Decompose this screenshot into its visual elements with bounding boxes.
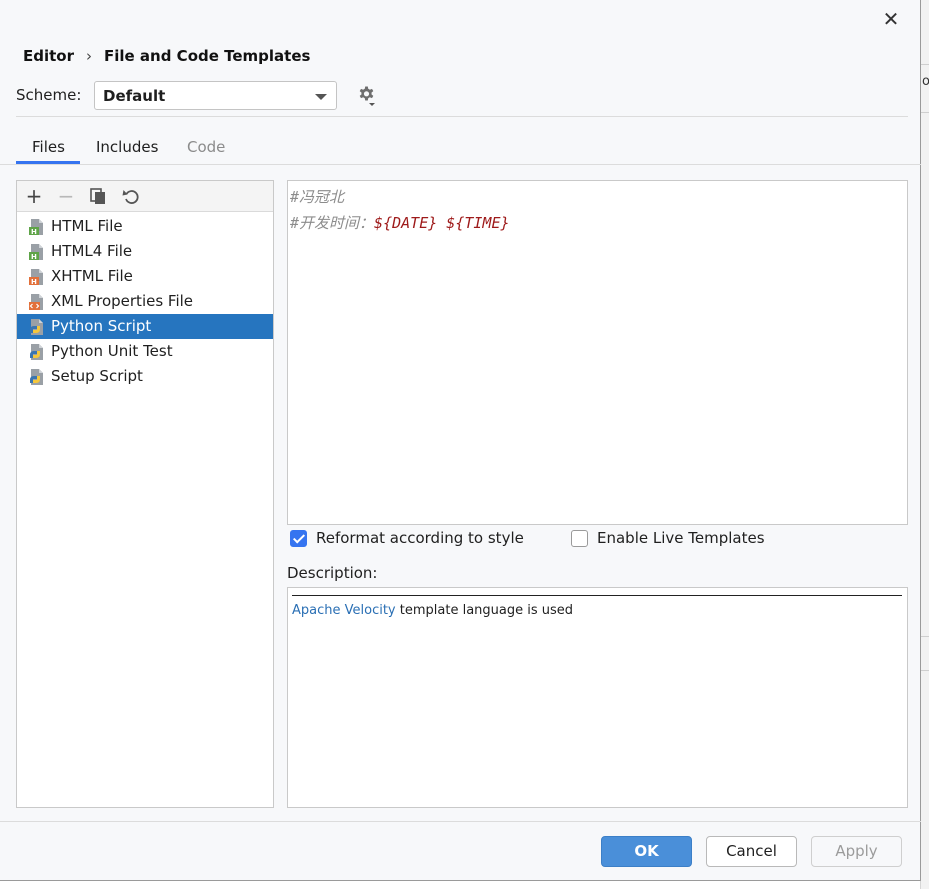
- background-glyph: o: [922, 74, 929, 89]
- html-file-icon: H: [29, 219, 43, 236]
- list-item-python-unit-test[interactable]: Python Unit Test: [17, 339, 273, 364]
- cancel-button[interactable]: Cancel: [706, 836, 797, 867]
- background-window-edge: o: [920, 0, 929, 889]
- code-line: #开发时间：${DATE} ${TIME}: [290, 210, 905, 236]
- live-templates-label: Enable Live Templates: [597, 529, 765, 547]
- header-divider: [16, 116, 908, 117]
- breadcrumb-separator-icon: ›: [86, 47, 92, 65]
- apply-button[interactable]: Apply: [811, 836, 902, 867]
- code-hash: #: [290, 214, 300, 232]
- list-item-setup-script[interactable]: Setup Script: [17, 364, 273, 389]
- remove-template-button[interactable]: −: [56, 186, 76, 206]
- description-box: Apache Velocity template language is use…: [287, 587, 908, 808]
- tab-includes[interactable]: Includes: [96, 138, 158, 156]
- list-item-label: XHTML File: [51, 267, 133, 285]
- python-file-icon: [30, 369, 43, 385]
- chevron-down-icon: [315, 94, 327, 100]
- svg-text:H: H: [31, 253, 37, 261]
- code-hash: #: [290, 188, 300, 206]
- xml-file-icon: [29, 294, 43, 310]
- template-list-panel: + − H HTML File H HTML4 File H XHTML Fil…: [16, 180, 274, 808]
- close-icon: ✕: [882, 7, 900, 31]
- list-item-label: Python Unit Test: [51, 342, 173, 360]
- code-comment: 开发时间：: [299, 214, 375, 232]
- list-item-xhtml-file[interactable]: H XHTML File: [17, 264, 273, 289]
- python-file-icon: [30, 344, 43, 360]
- apache-velocity-link[interactable]: Apache Velocity: [292, 603, 396, 618]
- breadcrumb-current: File and Code Templates: [104, 47, 311, 65]
- list-item-xml-properties-file[interactable]: XML Properties File: [17, 289, 273, 314]
- html-file-icon: H: [29, 244, 43, 261]
- gear-icon[interactable]: [355, 84, 379, 108]
- scheme-select[interactable]: Default: [94, 81, 337, 110]
- list-item-python-script[interactable]: Python Script: [17, 314, 273, 339]
- description-text: Apache Velocity template language is use…: [292, 603, 573, 618]
- template-toolbar: + −: [17, 181, 273, 212]
- description-rule: [292, 595, 902, 596]
- list-item-label: XML Properties File: [51, 292, 194, 310]
- tab-code[interactable]: Code: [187, 138, 225, 156]
- live-templates-checkbox[interactable]: [571, 530, 588, 547]
- list-item-label: Setup Script: [51, 367, 143, 385]
- code-comment: 冯冠北: [299, 188, 345, 206]
- file-templates-dialog: ✕ Editor › File and Code Templates Scheme:…: [0, 0, 921, 881]
- description-body: template language is used: [395, 603, 574, 618]
- reformat-checkbox[interactable]: [290, 530, 307, 547]
- reformat-label: Reformat according to style: [316, 529, 524, 547]
- xhtml-file-icon: H: [29, 269, 43, 286]
- scheme-label: Scheme:: [16, 86, 82, 104]
- scheme-select-value: Default: [103, 87, 166, 105]
- close-button[interactable]: ✕: [878, 8, 904, 30]
- copy-icon[interactable]: [88, 186, 108, 206]
- breadcrumb: Editor › File and Code Templates: [23, 47, 310, 65]
- list-item-label: Python Script: [51, 317, 152, 335]
- template-code-editor[interactable]: #冯冠北 #开发时间：${DATE} ${TIME}: [287, 180, 908, 525]
- time-variable: ${TIME}: [446, 214, 510, 232]
- list-item-html-file[interactable]: H HTML File: [17, 214, 273, 239]
- svg-text:H: H: [31, 278, 37, 286]
- footer-divider: [0, 821, 921, 822]
- breadcrumb-parent[interactable]: Editor: [23, 47, 74, 65]
- template-list: H HTML File H HTML4 File H XHTML File XM…: [17, 214, 273, 389]
- reset-icon[interactable]: [121, 186, 141, 206]
- ok-button[interactable]: OK: [601, 836, 692, 867]
- tabs-divider: [0, 164, 921, 165]
- code-line: #冯冠北: [290, 184, 905, 210]
- list-item-html4-file[interactable]: H HTML4 File: [17, 239, 273, 264]
- description-label: Description:: [287, 564, 378, 582]
- add-template-button[interactable]: +: [24, 186, 44, 206]
- list-item-label: HTML File: [51, 217, 123, 235]
- tab-files[interactable]: Files: [32, 138, 65, 156]
- date-variable: ${DATE}: [374, 214, 438, 232]
- python-file-icon: [30, 319, 43, 335]
- svg-text:H: H: [31, 228, 37, 236]
- list-item-label: HTML4 File: [51, 242, 133, 260]
